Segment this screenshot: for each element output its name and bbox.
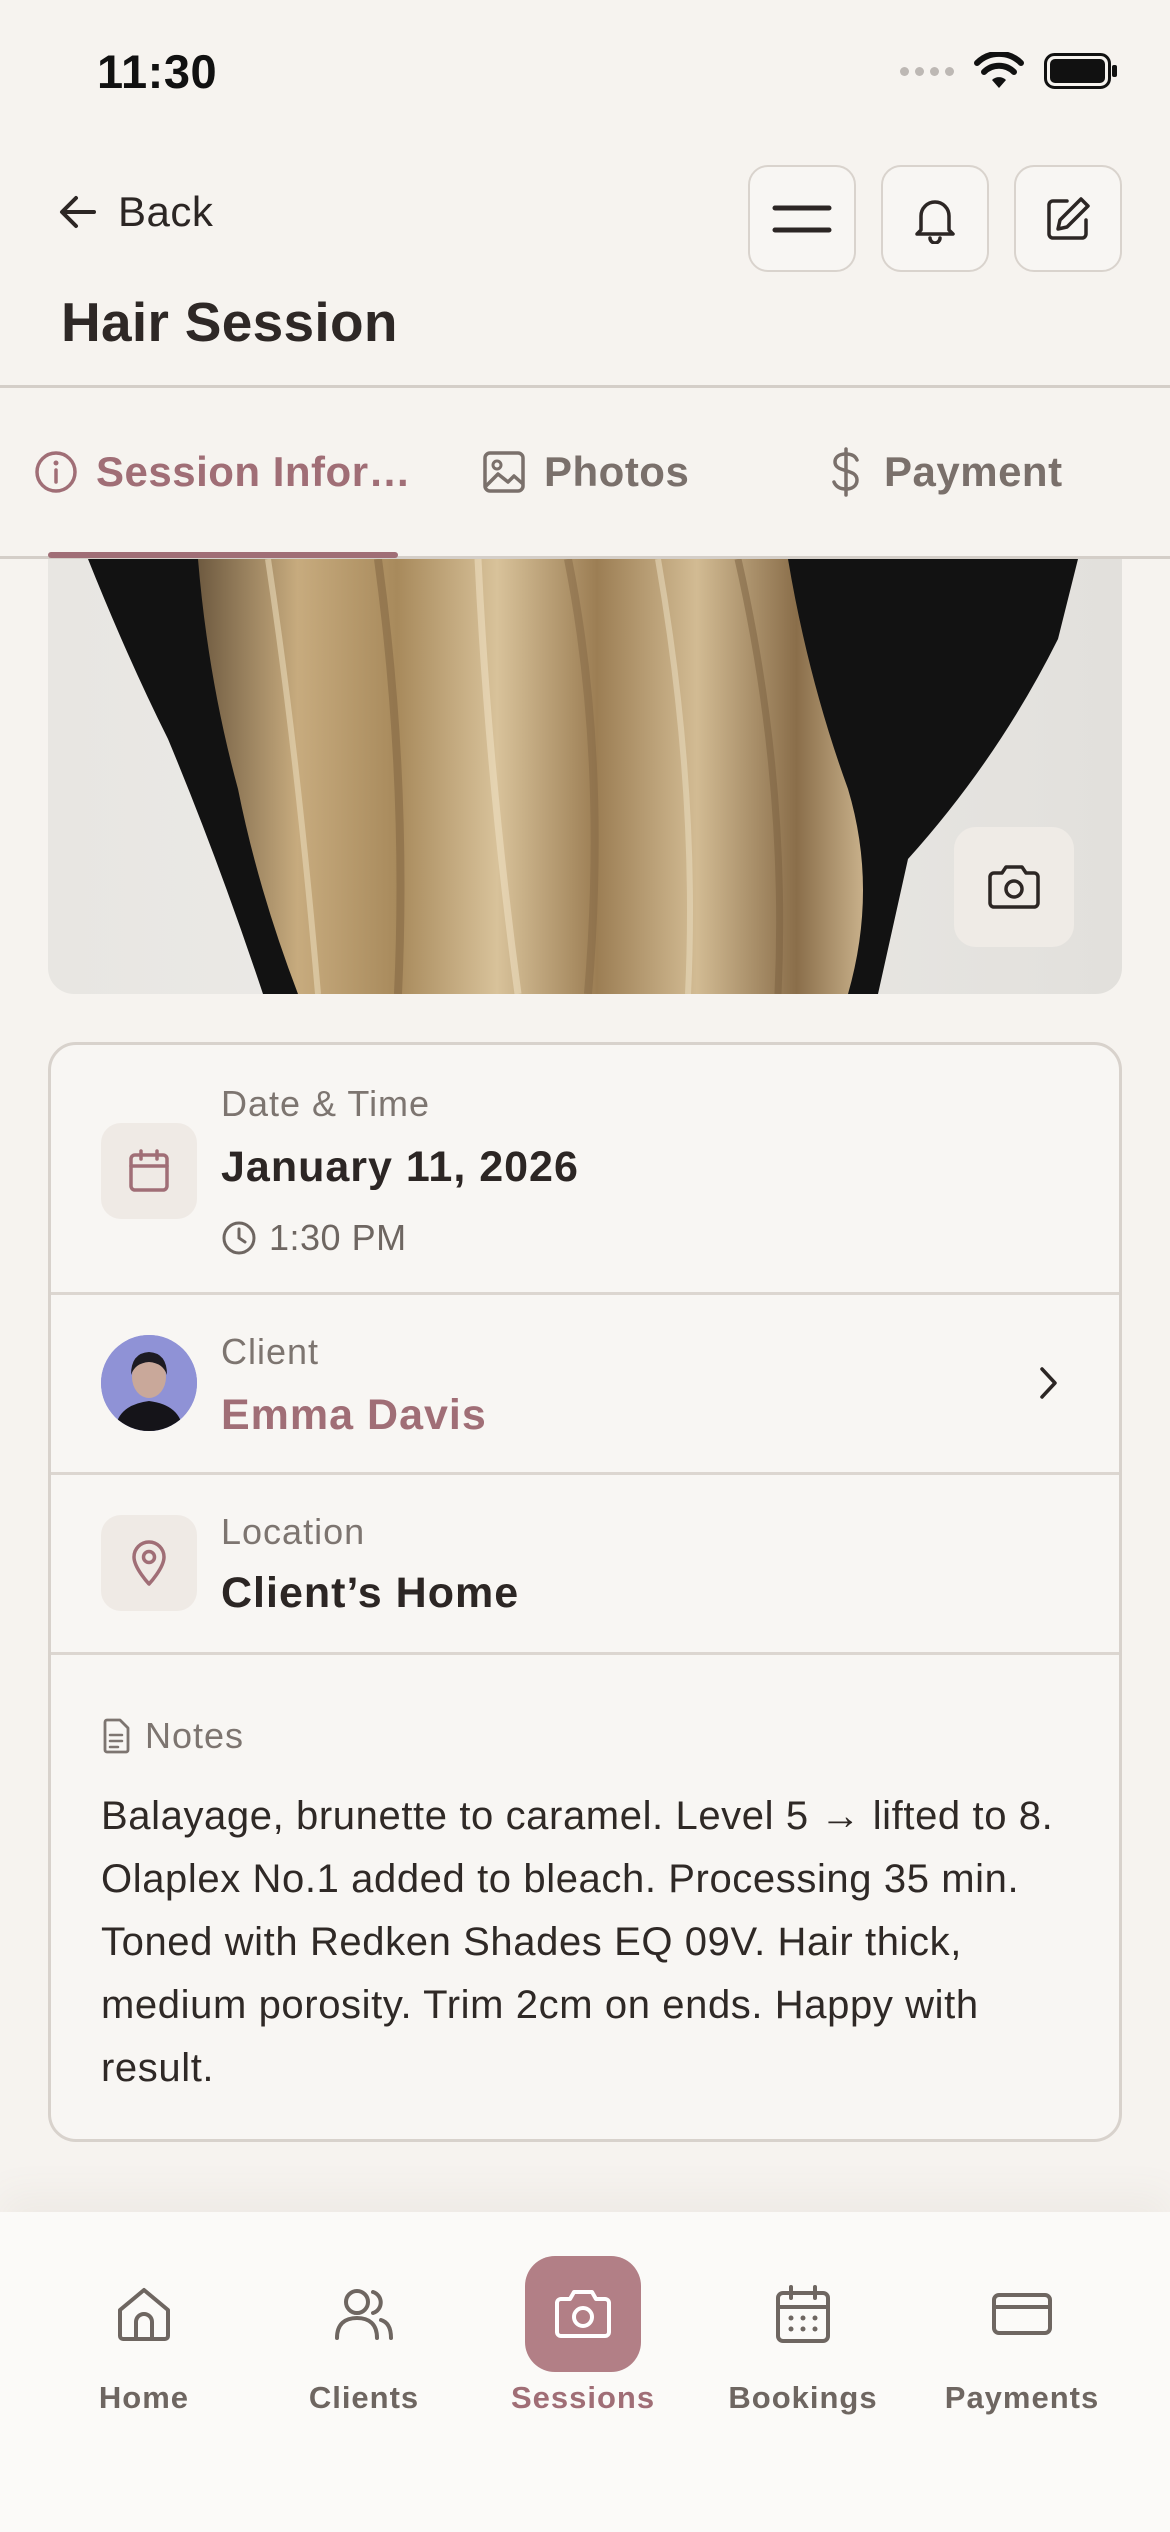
signal-icon	[900, 66, 954, 76]
clock-icon	[222, 1221, 256, 1255]
nav-label: Home	[98, 2380, 190, 2415]
menu-icon	[772, 205, 832, 232]
info-icon	[35, 451, 77, 493]
session-time-line: 1:30 PM	[221, 1217, 407, 1259]
back-button[interactable]: Back	[56, 188, 213, 236]
header-actions	[748, 165, 1122, 272]
wifi-icon	[974, 52, 1024, 88]
nav-label: Bookings	[728, 2380, 878, 2415]
tab-label: Photos	[544, 448, 690, 495]
client-row[interactable]: Client Emma Davis	[51, 1295, 1119, 1475]
status-bar: 11:30	[0, 0, 1170, 150]
nav-sessions[interactable]: Sessions	[483, 2212, 683, 2415]
battery-icon	[1044, 53, 1117, 89]
edit-button[interactable]	[1014, 165, 1122, 272]
arrow-left-icon	[60, 196, 96, 228]
tab-photos[interactable]: Photos	[482, 388, 689, 556]
nav-label: Payments	[944, 2380, 1100, 2415]
edit-icon	[1047, 196, 1090, 240]
location-icon-badge	[101, 1515, 197, 1611]
nav-payments[interactable]: Payments	[922, 2212, 1122, 2415]
nav-icon	[306, 2256, 422, 2372]
client-avatar-image	[101, 1335, 197, 1431]
bell-icon	[915, 199, 955, 244]
notes-label: Notes	[145, 1715, 245, 1756]
nav-icon	[745, 2256, 861, 2372]
dollar-icon	[832, 447, 859, 497]
card-icon	[992, 2293, 1052, 2335]
document-icon	[103, 1718, 130, 1754]
page-title: Hair Session	[61, 291, 398, 353]
back-label: Back	[118, 188, 214, 235]
users-icon	[335, 2289, 393, 2340]
session-date: January 11, 2026	[221, 1143, 579, 1191]
client-label: Client	[221, 1331, 320, 1372]
camera-icon	[555, 2290, 611, 2338]
avatar	[101, 1335, 197, 1431]
nav-icon	[86, 2256, 202, 2372]
calendar-icon-badge	[101, 1123, 197, 1219]
notes-header: Notes	[101, 1715, 244, 1757]
nav-label: Sessions	[510, 2380, 656, 2415]
nav-icon	[964, 2256, 1080, 2372]
nav-label: Clients	[308, 2380, 420, 2415]
map-pin-icon	[132, 1540, 166, 1586]
bottom-navigation: Home Clients Sessions Bookings Payments	[0, 2212, 1170, 2532]
session-notes: Balayage, brunette to caramel. Level 5 →…	[101, 1794, 1054, 2090]
location-row: Location Client’s Home	[51, 1475, 1119, 1655]
camera-icon	[988, 865, 1040, 909]
tab-session-info[interactable]: Session Infor…	[34, 388, 411, 556]
menu-button[interactable]	[748, 165, 856, 272]
calendar-icon	[776, 2285, 830, 2343]
notifications-button[interactable]	[881, 165, 989, 272]
date-time-row: Date & Time January 11, 2026 1:30 PM	[51, 1045, 1119, 1295]
nav-home[interactable]: Home	[44, 2212, 244, 2415]
location-label: Location	[221, 1511, 366, 1552]
active-tab-indicator	[48, 552, 398, 558]
session-info-card: Date & Time January 11, 2026 1:30 PM Cli…	[48, 1042, 1122, 2142]
session-detail-screen: 11:30 Back Hair Session Session Infor… P…	[0, 0, 1170, 2532]
tab-label: Payment	[884, 448, 1063, 495]
change-photo-button[interactable]	[954, 827, 1074, 947]
date-time-label: Date & Time	[221, 1083, 431, 1124]
session-photo[interactable]	[48, 559, 1122, 994]
nav-bookings[interactable]: Bookings	[703, 2212, 903, 2415]
status-icons	[900, 52, 1118, 90]
status-time: 11:30	[97, 45, 218, 98]
calendar-icon	[129, 1149, 169, 1192]
nav-clients[interactable]: Clients	[264, 2212, 464, 2415]
client-name[interactable]: Emma Davis	[221, 1391, 487, 1440]
tab-payment[interactable]: Payment	[826, 388, 1063, 556]
session-time: 1:30 PM	[269, 1217, 407, 1258]
chevron-right-icon	[1040, 1367, 1057, 1399]
tab-label: Session Infor…	[96, 448, 412, 495]
location-value: Client’s Home	[221, 1569, 520, 1617]
image-icon	[483, 451, 525, 493]
tab-bar: Session Infor… Photos Payment	[0, 385, 1170, 559]
home-icon	[118, 2288, 170, 2341]
nav-icon	[525, 2256, 641, 2372]
